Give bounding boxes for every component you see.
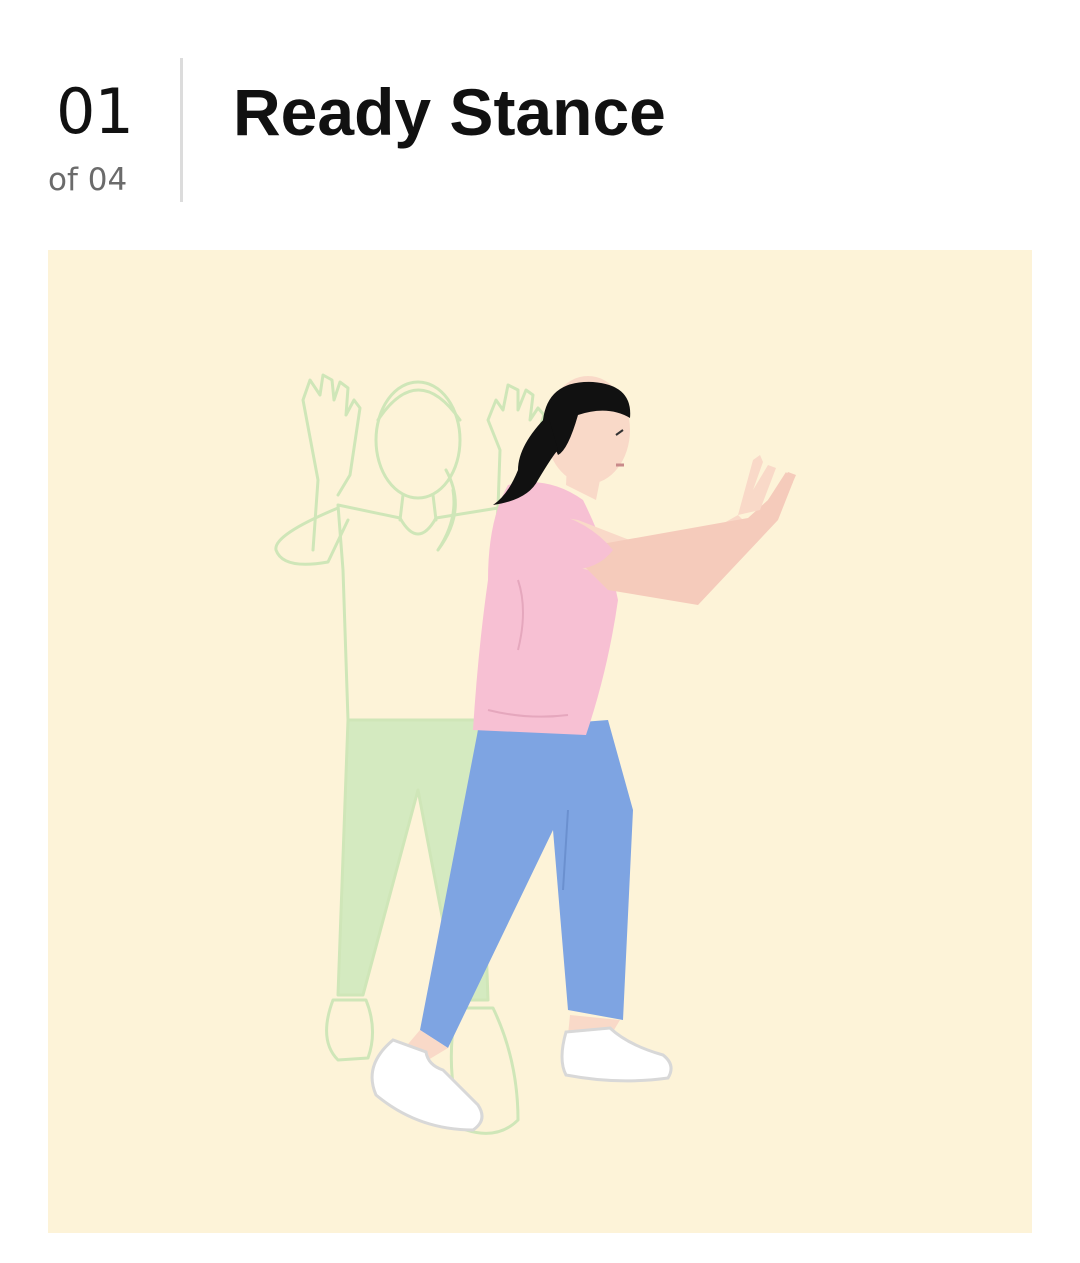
ready-stance-figure — [274, 373, 796, 1135]
ghost-head — [374, 380, 462, 500]
back-shoe — [370, 1038, 484, 1132]
step-counter: 01 of 04 — [48, 70, 158, 210]
step-header: 01 of 04 Ready Stance — [0, 0, 1080, 240]
ghost-left-hand — [301, 373, 362, 552]
ghost-left-shoe — [325, 998, 374, 1062]
step-number: 01 — [56, 75, 134, 148]
exercise-illustration — [48, 250, 1032, 1233]
step-title: Ready Stance — [233, 75, 666, 149]
ghost-torso — [336, 503, 500, 722]
step-total: of 04 — [48, 162, 128, 198]
front-shoe — [560, 1026, 673, 1083]
ghost-left-arm — [274, 506, 350, 566]
header-divider — [180, 58, 183, 202]
